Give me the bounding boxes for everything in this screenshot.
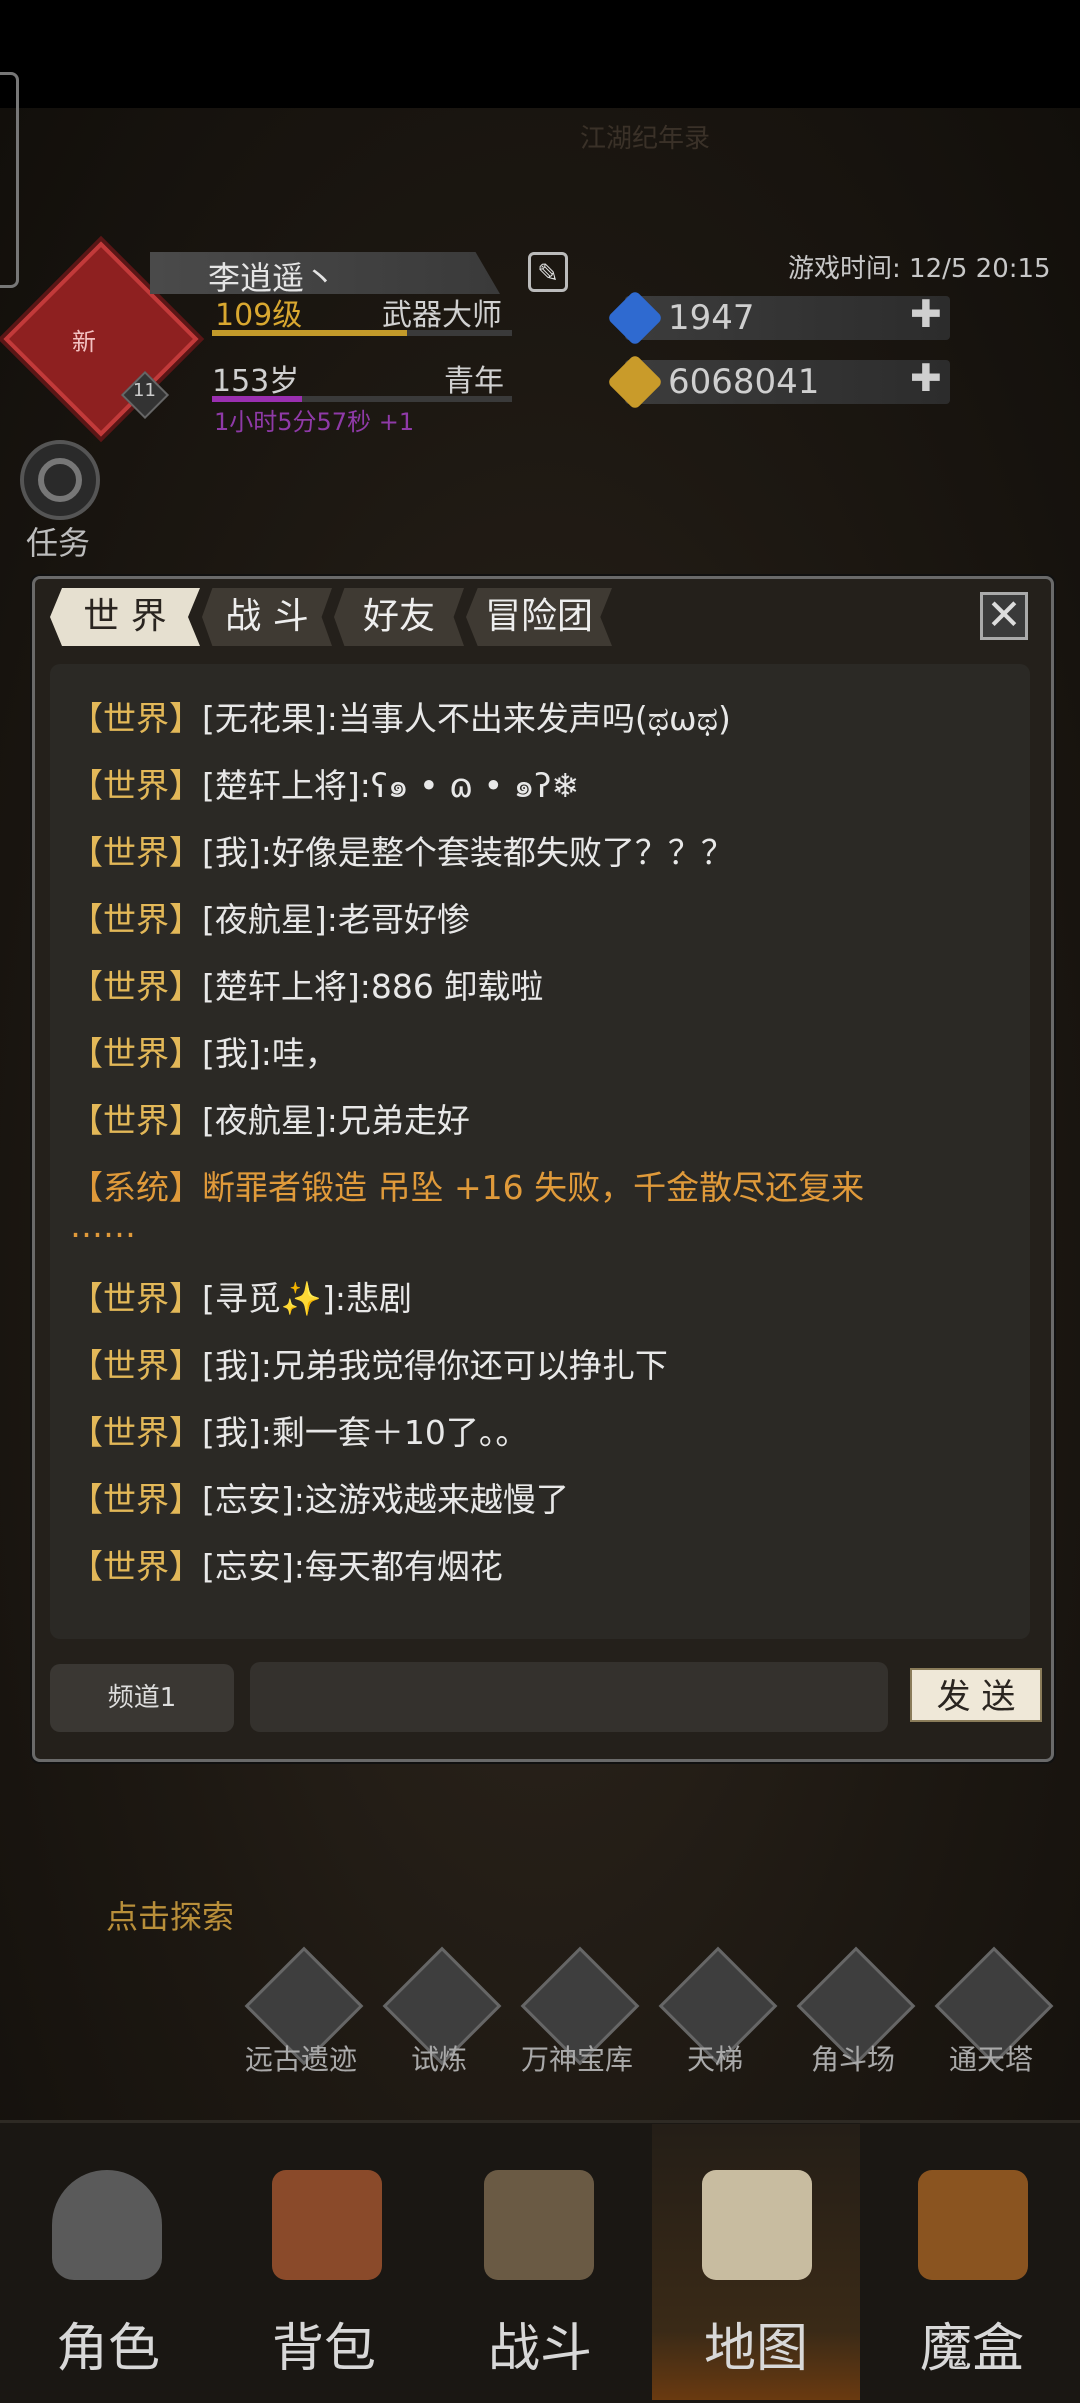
send-button[interactable]: 发 送: [910, 1668, 1042, 1722]
chat-message: 【世界】[我]:兄弟我觉得你还可以挣扎下: [70, 1346, 668, 1385]
tab-battle[interactable]: 战 斗: [202, 588, 332, 646]
feature-sky-tower[interactable]: 通天塔: [916, 2038, 1066, 2078]
helmet-icon[interactable]: [52, 2170, 162, 2280]
backpack-icon[interactable]: [272, 2170, 382, 2280]
nav-backpack[interactable]: 背包: [216, 2306, 432, 2381]
player-age: 153岁: [212, 364, 300, 399]
nav-magic-box[interactable]: 魔盒: [864, 2306, 1080, 2381]
new-tag: 新: [72, 328, 96, 356]
gems-value: 1947: [668, 298, 755, 338]
channel-select-button[interactable]: 频道1: [50, 1664, 234, 1732]
explore-prompt[interactable]: 点击探索: [106, 1892, 234, 1938]
chat-message: 【世界】[寻觅✨]:悲剧: [70, 1279, 412, 1318]
sword-shield-icon[interactable]: [484, 2170, 594, 2280]
map-scroll-icon[interactable]: [702, 2170, 812, 2280]
chat-message: 【世界】[楚轩上将]:ʕ๑ • ɷ • ๑ʔ❄: [70, 766, 580, 805]
chat-message: 【世界】[夜航星]:兄弟走好: [70, 1101, 470, 1140]
player-level: 109级: [215, 298, 303, 333]
chat-message: 【世界】[夜航星]:老哥好惨: [70, 900, 470, 939]
tab-guild[interactable]: 冒险团: [466, 588, 612, 646]
add-gems-button[interactable]: ✚: [910, 292, 942, 336]
add-gold-button[interactable]: ✚: [910, 356, 942, 400]
background-title: 江湖纪年录: [580, 124, 711, 154]
level-badge-text: 11: [133, 380, 156, 401]
edit-name-button[interactable]: ✎: [528, 252, 568, 292]
side-drawer-handle[interactable]: [0, 72, 19, 288]
chat-message: 【世界】[忘安]:每天都有烟花: [70, 1547, 503, 1586]
player-title: 武器大师: [382, 298, 502, 333]
magic-box-icon[interactable]: [918, 2170, 1028, 2280]
chat-message: 【世界】[我]:哇，: [70, 1034, 338, 1073]
close-button[interactable]: ✕: [980, 592, 1028, 640]
chat-message: 【世界】[我]:好像是整个套装都失败了？？？: [70, 833, 734, 872]
level-progress-bar: [212, 330, 512, 336]
chat-message: 【世界】[无花果]:当事人不出来发声吗(ಥωಥ): [70, 699, 731, 738]
tab-world[interactable]: 世 界: [50, 588, 200, 646]
timer-text: 1小时5分57秒 +1: [214, 408, 415, 436]
nav-battle[interactable]: 战斗: [432, 2306, 648, 2381]
feature-ladder[interactable]: 天梯: [640, 2038, 790, 2078]
chat-message: 【世界】[忘安]:这游戏越来越慢了: [70, 1480, 569, 1519]
feature-pantheon-vault[interactable]: 万神宝库: [502, 2038, 652, 2078]
tab-friends[interactable]: 好友: [334, 588, 464, 646]
task-label: 任务: [26, 524, 91, 562]
system-message-tail: ……: [70, 1206, 136, 1245]
nav-character[interactable]: 角色: [0, 2306, 216, 2381]
feature-arena[interactable]: 角斗场: [778, 2038, 928, 2078]
gold-value: 6068041: [668, 362, 820, 402]
chat-message: 【世界】[我]:剩一套＋10了。。: [70, 1413, 529, 1452]
nav-map[interactable]: 地图: [648, 2306, 864, 2381]
system-message: 【系统】断罪者锻造 吊坠 +16 失败，千金散尽还复来: [70, 1168, 865, 1207]
game-time: 游戏时间: 12/5 20:15: [788, 254, 1051, 284]
chat-message: 【世界】[楚轩上将]:886 卸载啦: [70, 967, 544, 1006]
age-stage: 青年: [444, 364, 504, 399]
status-bar: [0, 0, 1080, 108]
chat-input[interactable]: [250, 1662, 888, 1732]
feature-trial[interactable]: 试炼: [364, 2038, 514, 2078]
target-icon: [38, 458, 82, 502]
feature-ancient-ruins[interactable]: 远古遗迹: [226, 2038, 376, 2078]
